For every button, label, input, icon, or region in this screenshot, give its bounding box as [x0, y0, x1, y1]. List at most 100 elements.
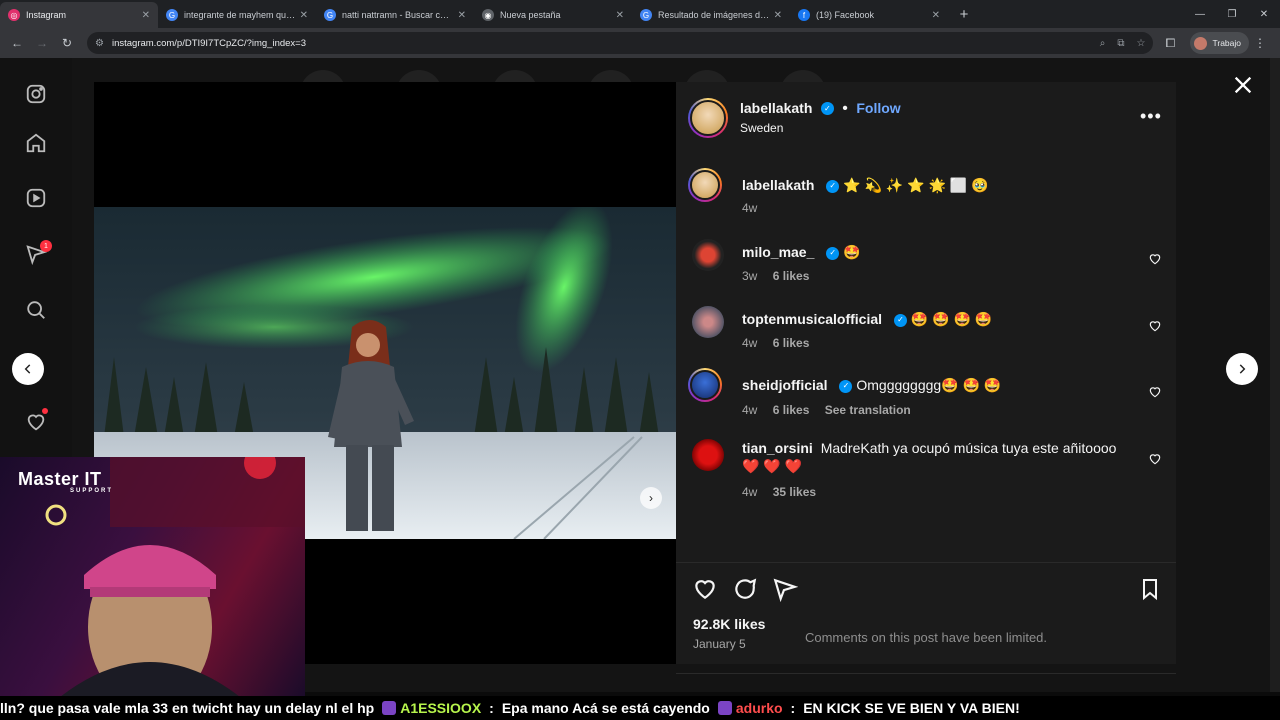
notifications-heart-icon[interactable]: [24, 408, 48, 434]
close-window-icon[interactable]: ✕: [1248, 0, 1280, 28]
caption-avatar[interactable]: [688, 168, 722, 202]
twitch-icon: [717, 701, 732, 715]
close-tab-icon[interactable]: ✕: [458, 10, 466, 21]
google-icon: G: [640, 9, 652, 21]
zoom-icon[interactable]: ⌕: [1100, 38, 1106, 49]
page-scrollbar[interactable]: [1270, 58, 1280, 692]
close-tab-icon[interactable]: ✕: [300, 10, 308, 21]
search-icon[interactable]: [24, 298, 48, 322]
post-header: labellakath ✓ • Follow Sweden •••: [676, 82, 1176, 152]
reels-icon[interactable]: [24, 186, 48, 210]
comment-bubble-icon[interactable]: [732, 576, 758, 602]
ticker-colon: :: [489, 700, 494, 716]
back-icon[interactable]: ←: [6, 32, 28, 54]
comments-limited-notice: Comments on this post have been limited.: [804, 630, 1048, 645]
twitch-icon: [382, 701, 397, 715]
comment-age[interactable]: 3w: [742, 269, 757, 283]
profile-label: Trabajo: [1212, 38, 1241, 48]
bookmark-star-icon[interactable]: ☆: [1137, 38, 1146, 49]
url-text: instagram.com/p/DTI9I7TCpZC/?img_index=3: [111, 37, 307, 49]
comment-avatar[interactable]: [692, 306, 724, 338]
minimize-icon[interactable]: —: [1184, 0, 1216, 28]
comment-age[interactable]: 4w: [742, 485, 757, 499]
comment-text: 🤩: [843, 244, 861, 260]
close-tab-icon[interactable]: ✕: [142, 10, 150, 21]
share-plane-icon[interactable]: [772, 576, 798, 602]
extensions-icon[interactable]: ⧠: [1159, 32, 1181, 54]
streamer-webcam-overlay: Master IT SUPPORT: [0, 457, 305, 697]
post-location[interactable]: Sweden: [740, 121, 783, 135]
comment-likes[interactable]: 6 likes: [773, 336, 810, 350]
comment-username[interactable]: tian_orsini: [742, 440, 813, 456]
comment-username[interactable]: sheidjofficial: [742, 377, 828, 393]
new-tab-button[interactable]: +: [952, 2, 976, 26]
save-bookmark-icon[interactable]: [1138, 576, 1162, 602]
tab-title: Nueva pestaña: [500, 10, 561, 20]
restore-icon[interactable]: ❐: [1216, 0, 1248, 28]
site-info-icon[interactable]: ⚙: [95, 38, 104, 49]
comment-avatar[interactable]: [692, 239, 724, 271]
profile-button[interactable]: Trabajo: [1190, 32, 1249, 54]
ticker-colon: :: [790, 700, 796, 716]
home-icon[interactable]: [24, 131, 48, 155]
divider: [676, 673, 1176, 674]
like-comment-heart-icon[interactable]: [1148, 319, 1162, 333]
tab-new-tab[interactable]: ◉ Nueva pestaña ✕: [474, 2, 632, 28]
comment-username[interactable]: toptenmusicalofficial: [742, 311, 882, 327]
separator-dot: •: [842, 100, 848, 117]
verified-badge-icon: ✓: [826, 179, 840, 193]
verified-badge-icon: ✓: [826, 246, 840, 260]
comment-avatar[interactable]: [688, 368, 722, 402]
tab-facebook[interactable]: f (19) Facebook ✕: [790, 2, 948, 28]
like-comment-heart-icon[interactable]: [1148, 385, 1162, 399]
next-post-button[interactable]: [1226, 353, 1258, 385]
install-app-icon[interactable]: ⧉: [1117, 38, 1124, 49]
post-details-panel: labellakath ✓ • Follow Sweden ••• labell…: [676, 82, 1176, 674]
instagram-logo-icon[interactable]: [24, 82, 48, 106]
comment-likes[interactable]: 6 likes: [773, 269, 810, 283]
browser-tab-strip: ◎ Instagram ✕ G integrante de mayhem que…: [0, 0, 1280, 28]
like-comment-heart-icon[interactable]: [1148, 452, 1162, 466]
caption-age[interactable]: 4w: [742, 201, 757, 215]
chat-ticker: lln? que pasa vale mla 33 en twicht hay …: [0, 696, 1280, 720]
author-avatar[interactable]: [688, 98, 728, 138]
comment-avatar[interactable]: [692, 439, 724, 471]
tab-title: (19) Facebook: [816, 10, 875, 20]
messages-icon[interactable]: 1: [24, 240, 52, 266]
comment-age[interactable]: 4w: [742, 336, 757, 350]
forward-icon[interactable]: →: [31, 32, 53, 54]
notification-badge: 1: [40, 240, 52, 252]
comment-likes[interactable]: 6 likes: [773, 403, 810, 417]
tab-instagram[interactable]: ◎ Instagram ✕: [0, 2, 158, 28]
instagram-icon: ◎: [8, 9, 20, 21]
like-comment-heart-icon[interactable]: [1148, 252, 1162, 266]
comment-username[interactable]: milo_mae_: [742, 244, 814, 260]
tab-title: natti nattramn - Buscar con Go: [342, 10, 454, 20]
close-tab-icon[interactable]: ✕: [616, 10, 624, 21]
tab-google-search-1[interactable]: G integrante de mayhem que le t ✕: [158, 2, 316, 28]
comment-likes[interactable]: 35 likes: [773, 485, 816, 499]
see-translation-link[interactable]: See translation: [825, 403, 911, 417]
like-heart-icon[interactable]: [692, 576, 718, 602]
browser-toolbar: ← → ↻ ⚙ instagram.com/p/DTI9I7TCpZC/?img…: [0, 28, 1280, 58]
close-tab-icon[interactable]: ✕: [774, 10, 782, 21]
brand-text: Master IT: [18, 469, 102, 489]
caption-username[interactable]: labellakath: [742, 177, 814, 193]
verified-badge-icon: ✓: [820, 102, 834, 116]
reload-icon[interactable]: ↻: [56, 32, 78, 54]
address-bar[interactable]: ⚙ instagram.com/p/DTI9I7TCpZC/?img_index…: [87, 32, 1154, 54]
tab-google-images[interactable]: G Resultado de imágenes de Goo ✕: [632, 2, 790, 28]
avatar: [1194, 36, 1208, 50]
previous-post-button[interactable]: [12, 353, 44, 385]
menu-kebab-icon[interactable]: ⋮: [1249, 32, 1271, 54]
comment-age[interactable]: 4w: [742, 403, 757, 417]
author-username[interactable]: labellakath: [740, 100, 812, 116]
more-options-icon[interactable]: •••: [1140, 106, 1162, 127]
close-modal-icon[interactable]: [1232, 74, 1254, 96]
next-image-button[interactable]: ›: [640, 487, 662, 509]
window-controls: — ❐ ✕: [1184, 0, 1280, 28]
ticker-message: Epa mano Acá se está cayendo: [501, 700, 710, 716]
tab-google-search-2[interactable]: G natti nattramn - Buscar con Go ✕: [316, 2, 474, 28]
follow-button[interactable]: Follow: [856, 100, 900, 116]
close-tab-icon[interactable]: ✕: [932, 10, 940, 21]
